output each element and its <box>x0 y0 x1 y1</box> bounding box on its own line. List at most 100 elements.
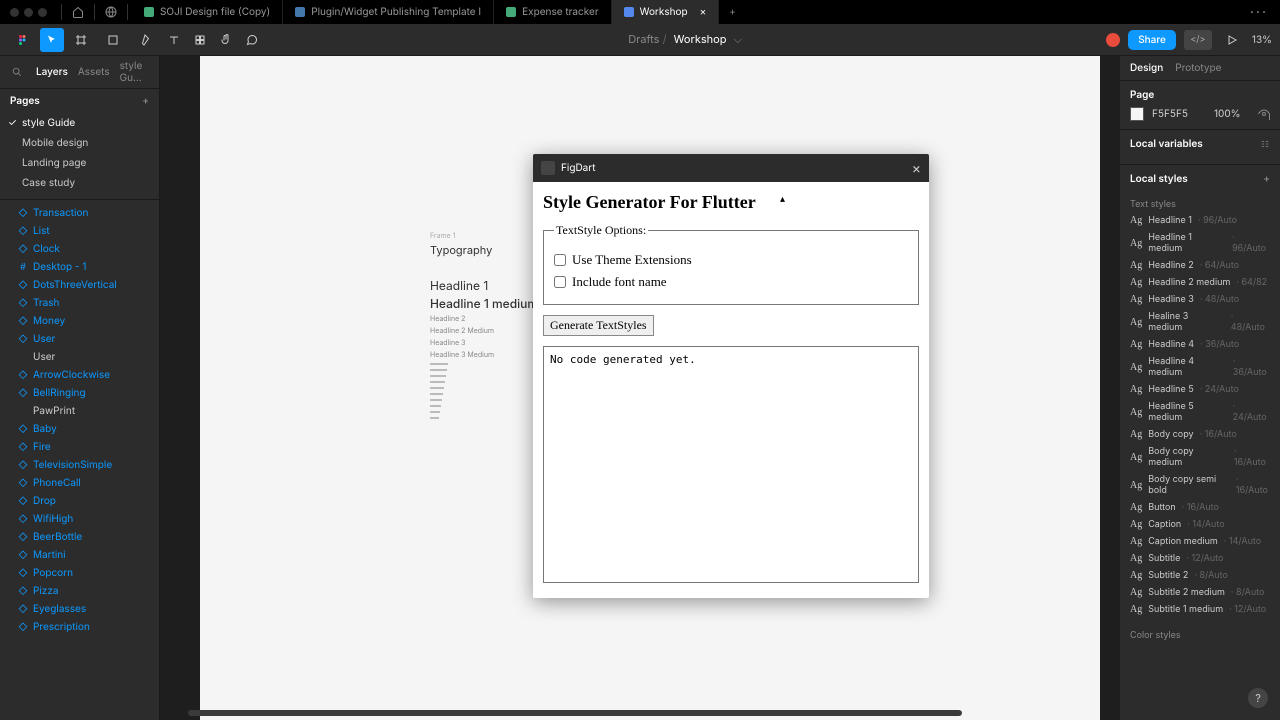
file-tab[interactable]: Workshop× <box>612 0 720 24</box>
text-style-item[interactable]: AgSubtitle 1 medium · 12/Auto <box>1120 601 1280 618</box>
add-page-button[interactable]: + <box>142 95 149 107</box>
file-tab[interactable]: Plugin/Widget Publishing Template I <box>283 0 494 24</box>
page-color-value[interactable]: F5F5F5 <box>1152 108 1188 120</box>
layer-item[interactable]: ◇TelevisionSimple <box>0 456 159 474</box>
layer-item[interactable]: ◇BeerBottle <box>0 528 159 546</box>
layer-item[interactable]: ◇Fire <box>0 438 159 456</box>
layer-item[interactable]: ◇List <box>0 222 159 240</box>
dev-mode-toggle[interactable]: </> <box>1184 30 1212 50</box>
text-style-item[interactable]: AgButton · 16/Auto <box>1120 499 1280 516</box>
text-tool[interactable] <box>162 28 186 52</box>
avatar[interactable] <box>1106 33 1120 47</box>
page-item[interactable]: style Guide <box>0 113 159 133</box>
generate-button[interactable]: Generate TextStyles <box>543 315 654 336</box>
text-style-item[interactable]: AgCaption · 14/Auto <box>1120 516 1280 533</box>
close-dot[interactable] <box>10 8 19 17</box>
help-button[interactable]: ? <box>1248 688 1268 708</box>
opt-theme-extensions[interactable]: Use Theme Extensions <box>554 252 908 268</box>
layer-item[interactable]: ◇Martini <box>0 546 159 564</box>
page-item[interactable]: Mobile design <box>0 133 159 153</box>
layer-item[interactable]: #Desktop - 1 <box>0 258 159 276</box>
layer-item[interactable]: ◇Popcorn <box>0 564 159 582</box>
layer-item[interactable]: ◇Money <box>0 312 159 330</box>
text-style-item[interactable]: AgHeadline 2 medium · 64/82 <box>1120 274 1280 291</box>
horizontal-scrollbar[interactable] <box>188 710 962 716</box>
add-style-button[interactable]: + <box>1263 173 1270 185</box>
layer-item[interactable]: ◇User <box>0 330 159 348</box>
text-style-item[interactable]: AgCaption medium · 14/Auto <box>1120 533 1280 550</box>
text-style-item[interactable]: AgSubtitle 2 medium · 8/Auto <box>1120 584 1280 601</box>
pen-tool[interactable] <box>130 28 160 52</box>
layer-item[interactable]: ◇WifiHigh <box>0 510 159 528</box>
page-color-swatch[interactable] <box>1130 107 1144 121</box>
community-icon[interactable] <box>99 6 123 18</box>
layer-item[interactable]: ◇PhoneCall <box>0 474 159 492</box>
layer-item[interactable]: ◇Pizza <box>0 582 159 600</box>
shape-tool[interactable] <box>98 28 128 52</box>
comment-tool[interactable] <box>240 28 264 52</box>
layer-item[interactable]: ◇Trash <box>0 294 159 312</box>
figma-menu[interactable] <box>8 28 38 52</box>
overflow-menu[interactable]: ··· <box>1238 4 1280 21</box>
layer-item[interactable]: ◇Clock <box>0 240 159 258</box>
tab-page-selector[interactable]: style Gu... <box>120 60 151 84</box>
text-style-item[interactable]: AgBody copy medium · 16/Auto <box>1120 443 1280 471</box>
close-icon[interactable]: × <box>912 160 921 177</box>
layer-item[interactable]: ◇Baby <box>0 420 159 438</box>
layer-item[interactable]: ◇BellRinging <box>0 384 159 402</box>
text-style-item[interactable]: AgHeadline 4 · 36/Auto <box>1120 336 1280 353</box>
text-style-item[interactable]: AgHeadline 1 medium · 96/Auto <box>1120 229 1280 257</box>
new-tab-button[interactable]: + <box>719 6 746 18</box>
page-item[interactable]: Case study <box>0 173 159 193</box>
share-button[interactable]: Share <box>1128 30 1176 50</box>
checkbox-include-font-name[interactable] <box>554 276 566 288</box>
file-tab[interactable]: SOJI Design file (Copy) <box>132 0 283 24</box>
layer-item[interactable]: ◇Transaction <box>0 204 159 222</box>
window-controls[interactable] <box>0 8 57 17</box>
layer-item[interactable]: PawPrint <box>0 402 159 420</box>
layer-item[interactable]: ◇Drop <box>0 492 159 510</box>
text-style-item[interactable]: AgHeadline 3 · 48/Auto <box>1120 291 1280 308</box>
code-output[interactable] <box>543 346 919 583</box>
opt-include-font-name[interactable]: Include font name <box>554 274 908 290</box>
move-tool[interactable] <box>40 28 64 52</box>
layer-item[interactable]: ◇ArrowClockwise <box>0 366 159 384</box>
zoom-level[interactable]: 13% <box>1252 34 1272 46</box>
layer-item[interactable]: ◇DotsThreeVertical <box>0 276 159 294</box>
text-style-item[interactable]: AgHeadline 5 medium · 24/Auto <box>1120 398 1280 426</box>
tab-design[interactable]: Design <box>1130 62 1163 74</box>
variables-settings-icon[interactable] <box>1260 139 1270 149</box>
breadcrumb[interactable]: Drafts / Workshop ⌵ <box>628 32 742 47</box>
text-style-item[interactable]: AgHealine 3 medium · 48/Auto <box>1120 308 1280 336</box>
text-style-item[interactable]: AgHeadline 4 medium · 36/Auto <box>1120 353 1280 381</box>
tab-assets[interactable]: Assets <box>78 66 110 78</box>
close-tab-icon[interactable]: × <box>700 6 707 18</box>
layer-item[interactable]: ◇Prescription <box>0 618 159 636</box>
file-tab[interactable]: Expense tracker <box>494 0 611 24</box>
layer-item[interactable]: User <box>0 348 159 366</box>
frame-tool[interactable] <box>66 28 96 52</box>
tab-prototype[interactable]: Prototype <box>1175 62 1221 74</box>
max-dot[interactable] <box>38 8 47 17</box>
canvas[interactable]: Frame 1 Typography Headline 1Headline 1 … <box>160 56 1120 720</box>
min-dot[interactable] <box>24 8 33 17</box>
text-style-item[interactable]: AgBody copy semi bold · 16/Auto <box>1120 471 1280 499</box>
search-icon[interactable] <box>8 67 26 77</box>
page-item[interactable]: Landing page <box>0 153 159 173</box>
text-style-item[interactable]: AgHeadline 1 · 96/Auto <box>1120 212 1280 229</box>
page-opacity[interactable]: 100% <box>1214 108 1241 120</box>
layer-item[interactable]: ◇Eyeglasses <box>0 600 159 618</box>
plugin-header[interactable]: FigDart × <box>533 154 929 182</box>
resources-tool[interactable] <box>188 28 212 52</box>
home-icon[interactable] <box>66 6 90 18</box>
text-style-item[interactable]: AgBody copy · 16/Auto <box>1120 426 1280 443</box>
hand-tool[interactable] <box>214 28 238 52</box>
checkbox-theme-extensions[interactable] <box>554 254 566 266</box>
text-style-item[interactable]: AgHeadline 2 · 64/Auto <box>1120 257 1280 274</box>
present-button[interactable] <box>1220 28 1244 52</box>
text-style-item[interactable]: AgSubtitle · 12/Auto <box>1120 550 1280 567</box>
text-style-item[interactable]: AgSubtitle 2 · 8/Auto <box>1120 567 1280 584</box>
text-style-item[interactable]: AgHeadline 5 · 24/Auto <box>1120 381 1280 398</box>
visibility-icon[interactable] <box>1258 108 1270 120</box>
tab-layers[interactable]: Layers <box>36 66 68 78</box>
